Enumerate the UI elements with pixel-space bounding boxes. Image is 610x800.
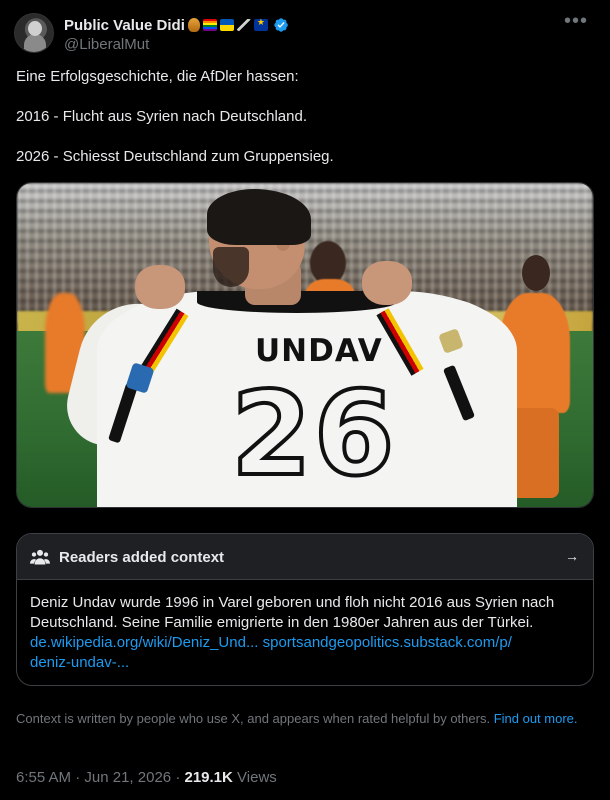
arrow-right-icon[interactable]: → (565, 548, 579, 564)
meta-separator: · (175, 769, 181, 786)
community-note-text: Deniz Undav wurde 1996 in Varel geboren … (30, 594, 555, 631)
display-name[interactable]: Public Value Didi (64, 17, 185, 34)
tweet-header: Public Value Didi @LiberalMut ••• (14, 11, 596, 57)
meta-separator: · (75, 769, 81, 786)
community-note-header[interactable]: Readers added context → (17, 534, 593, 580)
tweet-line: 2016 - Flucht aus Syrien nach Deutschlan… (16, 108, 307, 125)
player-beard (213, 247, 249, 287)
views-count: 219.1K (184, 769, 233, 786)
user-handle[interactable]: @LiberalMut (64, 36, 149, 53)
tweet-date[interactable]: Jun 21, 2026 (84, 769, 171, 786)
jersey-name: UNDAV (255, 333, 383, 369)
views-label: Views (237, 769, 277, 786)
football-photo: UNDAV 26 (17, 183, 593, 507)
footnote-text: Context is written by people who use X, … (16, 711, 491, 726)
community-note-footnote: Context is written by people who use X, … (16, 710, 594, 727)
name-row: Public Value Didi (64, 15, 289, 35)
tweet-photo[interactable]: UNDAV 26 (16, 182, 594, 508)
ukraine-flag-icon (219, 19, 234, 31)
note-source-link-wikipedia[interactable]: de.wikipedia.org/wiki/Deniz_Und... (30, 634, 258, 651)
community-note-title: Readers added context (59, 549, 225, 566)
verified-badge-icon[interactable] (273, 17, 289, 33)
more-options-button[interactable]: ••• (564, 11, 588, 31)
tweet-time[interactable]: 6:55 AM (16, 769, 71, 786)
note-source-link-substack-cont[interactable]: deniz-undav-... (30, 654, 129, 671)
tweet-meta: 6:55 AM · Jun 21, 2026 · 219.1K Views (16, 768, 277, 788)
avatar-head (28, 21, 42, 36)
hotdog-icon (187, 18, 200, 32)
people-icon (30, 549, 50, 565)
syringe-icon (236, 19, 251, 31)
jersey-number: 26 (229, 367, 397, 502)
note-source-link-substack[interactable]: sportsandgeopolitics.substack.com/p/ (263, 634, 512, 651)
avatar-silhouette (24, 34, 46, 52)
background-player-head (522, 255, 550, 291)
tweet-line: 2026 - Schiesst Deutschland zum Gruppens… (16, 148, 334, 165)
community-note-body: Deniz Undav wurde 1996 in Varel geboren … (17, 580, 593, 673)
tweet-line: Eine Erfolgsgeschichte, die AfDler hasse… (16, 68, 299, 85)
community-note: Readers added context → Deniz Undav wurd… (16, 533, 594, 686)
player-left-hand (135, 265, 185, 309)
player-right-hand (362, 261, 412, 305)
tweet-text: Eine Erfolgsgeschichte, die AfDler hasse… (16, 67, 596, 167)
rainbow-flag-icon (202, 19, 217, 31)
eu-flag-icon (253, 17, 268, 31)
avatar[interactable] (14, 13, 54, 53)
find-out-more-link[interactable]: Find out more. (494, 711, 578, 726)
